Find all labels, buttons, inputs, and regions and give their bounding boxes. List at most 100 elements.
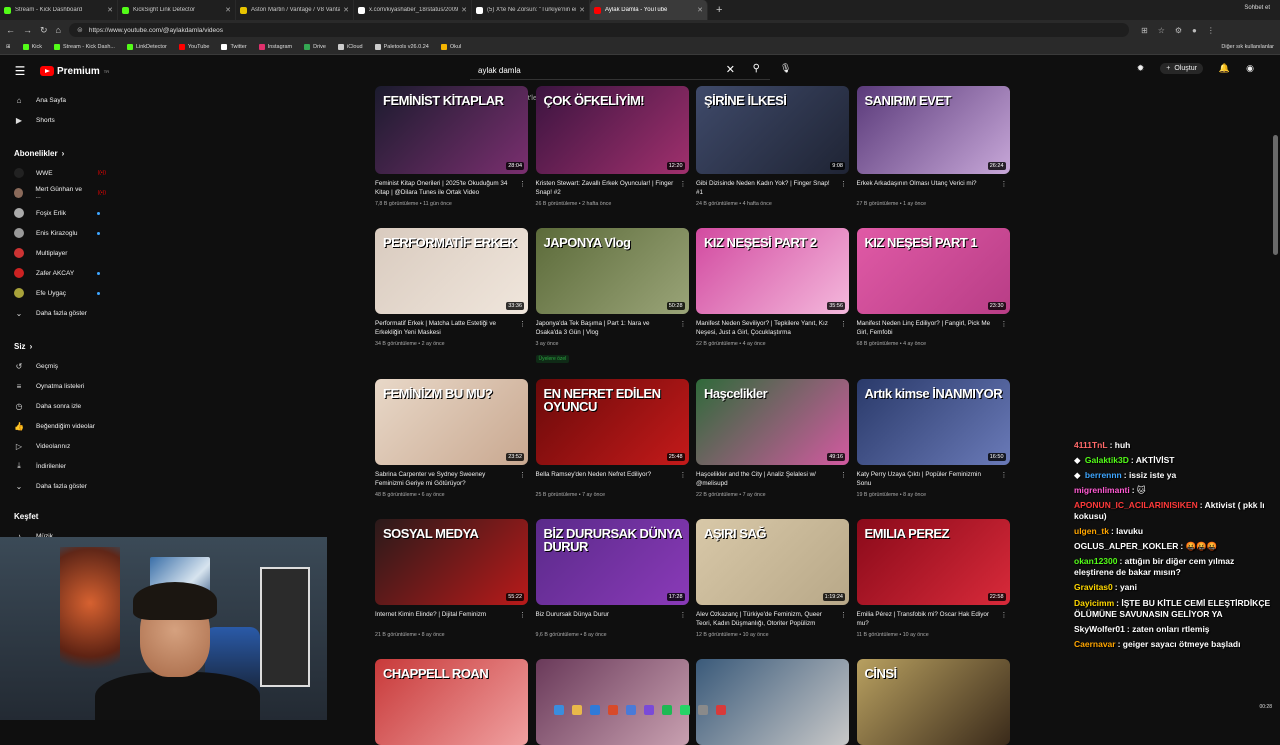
more-actions-icon[interactable]: ⋮ bbox=[519, 320, 526, 328]
you-header[interactable]: Siz › bbox=[0, 336, 120, 356]
bookmark-item[interactable]: Instagram bbox=[258, 44, 292, 50]
video-thumbnail[interactable]: AŞIRI SAĞ 1:19:24 bbox=[696, 519, 849, 605]
sidebar-item[interactable]: ≡ Oynatma listeleri bbox=[0, 376, 120, 396]
voice-search-icon[interactable]: 🎙 bbox=[780, 63, 791, 74]
more-actions-icon[interactable]: ⋮ bbox=[680, 320, 687, 328]
taskbar-app-icon[interactable] bbox=[716, 705, 726, 715]
video-title[interactable]: Feminist Kitap Önerileri | 2025'te Okudu… bbox=[375, 180, 528, 198]
video-thumbnail[interactable]: EMILIA PEREZ 22:58 bbox=[856, 519, 1010, 605]
more-actions-icon[interactable]: ⋮ bbox=[1001, 471, 1008, 479]
video-thumbnail[interactable]: CHAPPELL ROAN bbox=[375, 659, 528, 745]
more-actions-icon[interactable]: ⋮ bbox=[680, 471, 687, 479]
video-card[interactable]: Haşcelikler 49:16 Haşcelikler and the City… bbox=[696, 379, 849, 498]
taskbar-app-icon[interactable] bbox=[608, 705, 618, 715]
video-title[interactable]: Japonya'da Tek Başıma | Part 1: Nara ve … bbox=[536, 320, 689, 338]
browser-tab[interactable]: (5) X'te Ne Zorsun: "Türkiye'nin en ✕ bbox=[472, 0, 590, 20]
video-title[interactable]: Gibi Dizisinde Neden Kadın Yok? | Finger… bbox=[696, 180, 849, 198]
sidebar-item[interactable]: 👍 Beğendiğim videolar bbox=[0, 416, 120, 436]
video-title[interactable]: Emilia Pérez | Transfobik mi? Oscar Hak … bbox=[857, 611, 1010, 629]
bookmark-item[interactable]: Paletools v26.0.24 bbox=[374, 44, 429, 50]
video-card[interactable]: ÇOK ÖFKELİYİM! 12:20 Kristen Stewart: Zava… bbox=[535, 86, 689, 207]
video-card[interactable]: SANIRIM EVET 26:24 Erkek Arkadaşının Olmas… bbox=[856, 86, 1010, 207]
video-title[interactable]: Manifest Neden Seviliyor? | Tepkilere Ya… bbox=[696, 320, 849, 338]
video-title[interactable]: Haşcelikler and the City | Analiz Şelale… bbox=[696, 471, 849, 489]
sidebar-subscription[interactable]: Zafer AKCAY bbox=[0, 263, 120, 283]
taskbar-app-icon[interactable] bbox=[572, 705, 582, 715]
more-actions-icon[interactable]: ⋮ bbox=[519, 611, 526, 619]
video-thumbnail[interactable]: PERFORMATİF ERKEK 33:36 bbox=[375, 228, 528, 314]
video-title[interactable]: İnternet Kimin Elinde? | Dijital Feminiz… bbox=[375, 611, 528, 629]
bookmark-item[interactable]: Kick bbox=[22, 44, 42, 50]
guide-menu-icon[interactable]: ☰ bbox=[0, 64, 40, 78]
video-card[interactable]: EN NEFRET EDİLEN OYUNCU 25:48 Bella Ramsey… bbox=[535, 379, 689, 498]
clear-search-icon[interactable]: ✕ bbox=[726, 63, 735, 76]
more-actions-icon[interactable]: ⋮ bbox=[680, 180, 687, 188]
sidebar-subscription[interactable]: ⌄ Daha fazla göster bbox=[0, 303, 120, 323]
video-thumbnail[interactable]: KIZ NEŞESİ PART 2 35:56 bbox=[696, 228, 849, 314]
more-actions-icon[interactable]: ⋮ bbox=[840, 180, 847, 188]
video-thumbnail[interactable]: SOSYAL MEDYA 55:22 bbox=[375, 519, 528, 605]
youtube-premium-logo[interactable]: Premium TR bbox=[40, 66, 109, 77]
video-thumbnail[interactable]: ÇOK ÖFKELİYİM! 12:20 bbox=[535, 86, 689, 174]
browser-tab[interactable]: x.com/kiyashaber_18/status/2009 ✕ bbox=[354, 0, 472, 20]
browser-tab[interactable]: Aylak Damla - YouTube ✕ bbox=[590, 0, 708, 20]
sidebar-item[interactable]: ▶ Shorts bbox=[0, 110, 120, 130]
close-tab-icon[interactable]: ✕ bbox=[461, 6, 467, 14]
video-card[interactable]: BİZ DURURSAK DÜNYA DURUR 17:28 Biz Durursa… bbox=[535, 519, 689, 638]
bookmark-item[interactable]: Twitter bbox=[221, 44, 247, 50]
more-actions-icon[interactable]: ⋮ bbox=[1001, 320, 1008, 328]
more-actions-icon[interactable]: ⋮ bbox=[840, 471, 847, 479]
cast-icon[interactable]: ✹ bbox=[1137, 63, 1145, 74]
video-title[interactable]: Sabrina Carpenter ve Sydney Sweeney Femi… bbox=[375, 471, 528, 489]
bookmark-item[interactable]: Stream - Kick Dash... bbox=[54, 44, 115, 50]
video-card[interactable]: CİNSİ bbox=[856, 659, 1010, 745]
sidebar-item[interactable]: ▷ Videolarınız bbox=[0, 436, 120, 456]
sidebar-item[interactable]: ◷ Daha sonra izle bbox=[0, 396, 120, 416]
sidebar-subscription[interactable]: WWE ((•)) bbox=[0, 163, 120, 183]
other-bookmarks[interactable]: Diğer sık kullanılanlar bbox=[1221, 44, 1274, 50]
video-thumbnail[interactable]: FEMİNİZM BU MU? 23:52 bbox=[375, 379, 528, 465]
video-thumbnail[interactable]: Haşcelikler 49:16 bbox=[696, 379, 849, 465]
video-thumbnail[interactable]: Artık kimse İNANMIYOR 16:50 bbox=[856, 379, 1010, 465]
home-icon[interactable]: ⌂ bbox=[56, 25, 61, 36]
more-actions-icon[interactable]: ⋮ bbox=[519, 180, 526, 188]
video-thumbnail[interactable]: SANIRIM EVET 26:24 bbox=[856, 86, 1010, 174]
video-title[interactable]: Manifest Neden Linç Ediliyor? | Fangirl,… bbox=[857, 320, 1010, 338]
create-button[interactable]: + Oluştur bbox=[1160, 63, 1203, 74]
forward-icon[interactable]: → bbox=[23, 25, 32, 36]
bookmark-star-icon[interactable]: ☆ bbox=[1158, 26, 1165, 35]
video-title[interactable]: Erkek Arkadaşının Olması Utanç Verici mi… bbox=[857, 180, 1010, 198]
chat-button[interactable]: Sohbet et bbox=[1244, 5, 1270, 11]
more-actions-icon[interactable]: ⋮ bbox=[840, 611, 847, 619]
sidebar-item[interactable]: ↺ Geçmiş bbox=[0, 356, 120, 376]
video-card[interactable]: CHAPPELL ROAN bbox=[375, 659, 528, 745]
bookmark-item[interactable]: Drive bbox=[304, 44, 326, 50]
video-title[interactable]: Kristen Stewart: Zavallı Erkek Oyuncular… bbox=[536, 180, 689, 198]
video-card[interactable]: KIZ NEŞESİ PART 2 35:56 Manifest Neden Sev… bbox=[696, 228, 849, 347]
video-card[interactable]: FEMİNİZM BU MU? 23:52 Sabrina Carpenter ve… bbox=[375, 379, 528, 498]
taskbar-app-icon[interactable] bbox=[554, 705, 564, 715]
apps-icon[interactable]: ⊞ bbox=[6, 44, 11, 50]
extensions-icon[interactable]: ⚙ bbox=[1175, 26, 1182, 35]
more-actions-icon[interactable]: ⋮ bbox=[680, 611, 687, 619]
taskbar-app-icon[interactable] bbox=[662, 705, 672, 715]
subscriptions-header[interactable]: Abonelikler › bbox=[0, 143, 120, 163]
sidebar-subscription[interactable]: Enis Kirazoglu bbox=[0, 223, 120, 243]
video-title[interactable]: Bella Ramsey'den Neden Nefret Ediliyor? bbox=[536, 471, 689, 489]
sidebar-subscription[interactable]: Efe Uygaç bbox=[0, 283, 120, 303]
close-tab-icon[interactable]: ✕ bbox=[697, 6, 703, 14]
search-icon[interactable]: ⚲ bbox=[753, 63, 760, 74]
browser-tab[interactable]: Stream - Kick Dashboard ✕ bbox=[0, 0, 118, 20]
url-field[interactable]: ⊜ https://www.youtube.com/@aylakdamla/vi… bbox=[68, 23, 1129, 37]
more-actions-icon[interactable]: ⋮ bbox=[519, 471, 526, 479]
sidebar-subscription[interactable]: Foşix Erlik bbox=[0, 203, 120, 223]
video-card[interactable]: Artık kimse İNANMIYOR 16:50 Katy Perry Uza… bbox=[856, 379, 1010, 498]
sidebar-subscription[interactable]: Multiplayer bbox=[0, 243, 120, 263]
video-card[interactable]: KIZ NEŞESİ PART 1 23:30 Manifest Neden Lin… bbox=[856, 228, 1010, 347]
video-title[interactable]: Alev Özkazanç | Türkiye'de Feminizm, Que… bbox=[696, 611, 849, 629]
more-actions-icon[interactable]: ⋮ bbox=[840, 320, 847, 328]
close-tab-icon[interactable]: ✕ bbox=[343, 6, 349, 14]
video-card[interactable]: SOSYAL MEDYA 55:22 İnternet Kimin Elinde? … bbox=[375, 519, 528, 638]
video-card[interactable]: PERFORMATİF ERKEK 33:36 Performatif Erkek … bbox=[375, 228, 528, 347]
menu-icon[interactable]: ⋮ bbox=[1207, 26, 1215, 35]
